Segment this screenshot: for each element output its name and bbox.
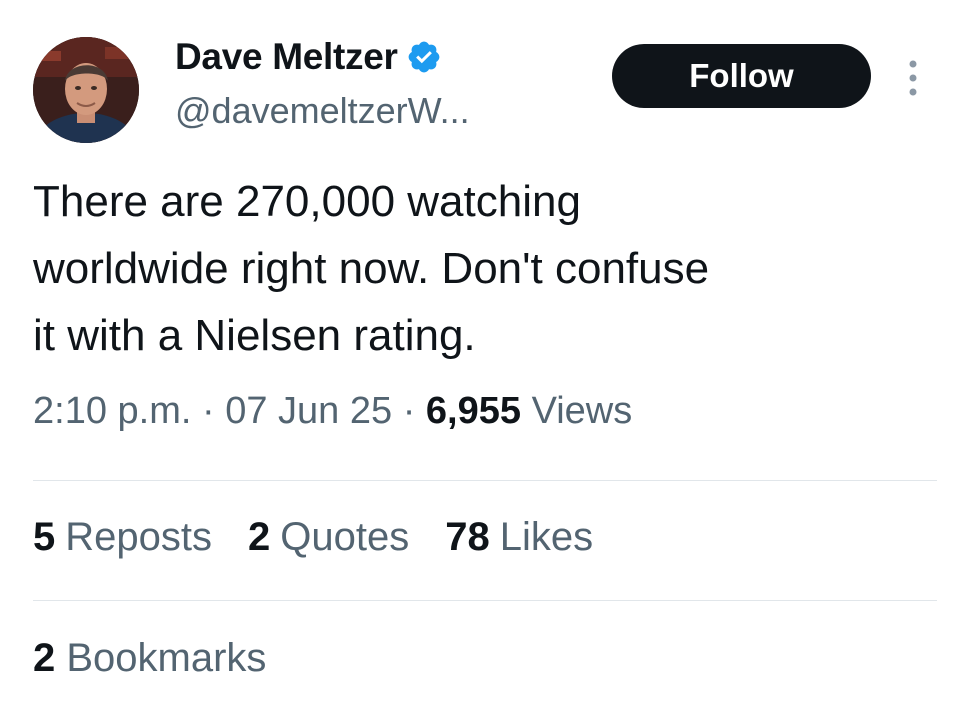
bookmarks-label: Bookmarks [66,636,267,680]
likes-stat[interactable]: 78 Likes [445,515,593,560]
author-handle[interactable]: @davemeltzerW... [175,90,470,132]
tweet-meta: 2:10 p.m. · 07 Jun 25 · 6,955 Views [33,390,632,433]
avatar-photo [33,37,139,143]
bookmarks-stat[interactable]: 2 Bookmarks [33,636,266,681]
avatar[interactable] [33,37,139,143]
views-label: Views [531,390,633,432]
reposts-count: 5 [33,515,56,559]
tweet-text: There are 270,000 watching worldwide rig… [33,177,710,360]
follow-button[interactable]: Follow [612,44,871,108]
tweet-date[interactable]: 07 Jun 25 [225,390,392,432]
reposts-label: Reposts [65,515,212,559]
tweet-card: Dave Meltzer @davemeltzerW... Follow The… [0,0,968,717]
divider [33,480,937,481]
author-name-row: Dave Meltzer [175,32,442,82]
divider [33,600,937,601]
engagement-stats: 5 Reposts 2 Quotes 78 Likes [33,515,593,560]
quotes-stat[interactable]: 2 Quotes [248,515,409,560]
meta-separator: · [201,390,215,432]
reposts-stat[interactable]: 5 Reposts [33,515,212,560]
quotes-label: Quotes [280,515,410,559]
tweet-time[interactable]: 2:10 p.m. [33,390,191,432]
more-options-icon[interactable] [899,56,927,100]
verified-badge-icon [408,41,439,73]
views-count: 6,955 [425,390,521,432]
bookmarks-count: 2 [33,636,56,680]
likes-label: Likes [499,515,594,559]
meta-separator: · [402,390,416,432]
quotes-count: 2 [248,515,271,559]
author-display-name[interactable]: Dave Meltzer [175,36,398,78]
likes-count: 78 [445,515,490,559]
